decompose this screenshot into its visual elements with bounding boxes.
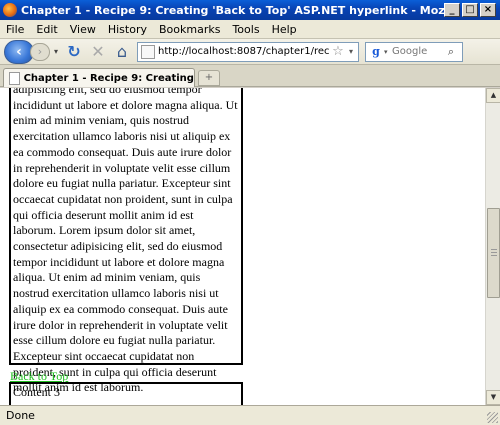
- status-text: Done: [6, 409, 35, 422]
- minimize-button[interactable]: _: [444, 3, 460, 17]
- menu-edit[interactable]: Edit: [30, 23, 63, 36]
- stop-icon[interactable]: ✕: [87, 41, 109, 63]
- content-heading: Content 3: [13, 385, 60, 399]
- menu-file[interactable]: File: [0, 23, 30, 36]
- page-favicon-icon: [141, 44, 155, 59]
- menu-bookmarks[interactable]: Bookmarks: [153, 23, 226, 36]
- scroll-thumb[interactable]: [487, 208, 500, 298]
- new-tab-button[interactable]: +: [198, 70, 220, 86]
- history-dropdown-icon[interactable]: ▾: [51, 47, 61, 56]
- bookmark-star-icon[interactable]: ☆: [330, 44, 346, 59]
- page-viewport: adipisicing elit, sed do eiusmod tempor …: [0, 88, 485, 405]
- url-input[interactable]: [158, 46, 330, 57]
- menu-bar: File Edit View History Bookmarks Tools H…: [0, 20, 500, 39]
- url-bar[interactable]: ☆ ▾: [137, 41, 359, 62]
- content-panel-2: adipisicing elit, sed do eiusmod tempor …: [9, 88, 243, 394]
- title-bar: Chapter 1 - Recipe 9: Creating 'Back to …: [0, 0, 500, 20]
- home-icon[interactable]: ⌂: [111, 41, 133, 63]
- menu-view[interactable]: View: [64, 23, 102, 36]
- tab-label: Chapter 1 - Recipe 9: Creating 'Back ...: [23, 72, 194, 84]
- grip-line: [491, 252, 497, 253]
- grip-line: [491, 255, 497, 256]
- scroll-down-button[interactable]: ▼: [486, 390, 500, 405]
- tab-favicon-icon: [9, 71, 20, 85]
- tab-bar: Chapter 1 - Recipe 9: Creating 'Back ...…: [0, 65, 500, 87]
- content-paragraph: adipisicing elit, sed do eiusmod tempor …: [13, 88, 238, 395]
- close-window-button[interactable]: ×: [480, 3, 496, 17]
- resize-grip-icon[interactable]: [487, 412, 498, 423]
- navigation-toolbar: ‹ › ▾ ↻ ✕ ⌂ ☆ ▾ g ▾ ⌕: [0, 39, 500, 65]
- reload-icon[interactable]: ↻: [63, 41, 85, 63]
- tab-recipe9[interactable]: Chapter 1 - Recipe 9: Creating 'Back ...: [3, 68, 195, 87]
- menu-tools[interactable]: Tools: [226, 23, 265, 36]
- url-dropdown-icon[interactable]: ▾: [346, 47, 356, 56]
- firefox-logo-icon: [3, 3, 17, 17]
- forward-button[interactable]: ›: [30, 42, 50, 61]
- google-engine-icon[interactable]: g: [368, 45, 384, 59]
- status-bar: Done: [0, 405, 500, 425]
- menu-history[interactable]: History: [102, 23, 153, 36]
- search-input[interactable]: [392, 46, 444, 57]
- window-title: Chapter 1 - Recipe 9: Creating 'Back to …: [21, 3, 444, 17]
- grip-line: [491, 249, 497, 250]
- engine-dropdown-icon[interactable]: ▾: [384, 48, 392, 56]
- maximize-button[interactable]: □: [462, 3, 478, 17]
- scroll-up-button[interactable]: ▲: [486, 88, 500, 103]
- search-bar[interactable]: g ▾ ⌕: [365, 41, 463, 62]
- content-panel-3: Content 3: [9, 382, 243, 405]
- menu-help[interactable]: Help: [266, 23, 303, 36]
- search-icon[interactable]: ⌕: [444, 45, 458, 59]
- vertical-scrollbar[interactable]: ▲ ▼: [485, 88, 500, 405]
